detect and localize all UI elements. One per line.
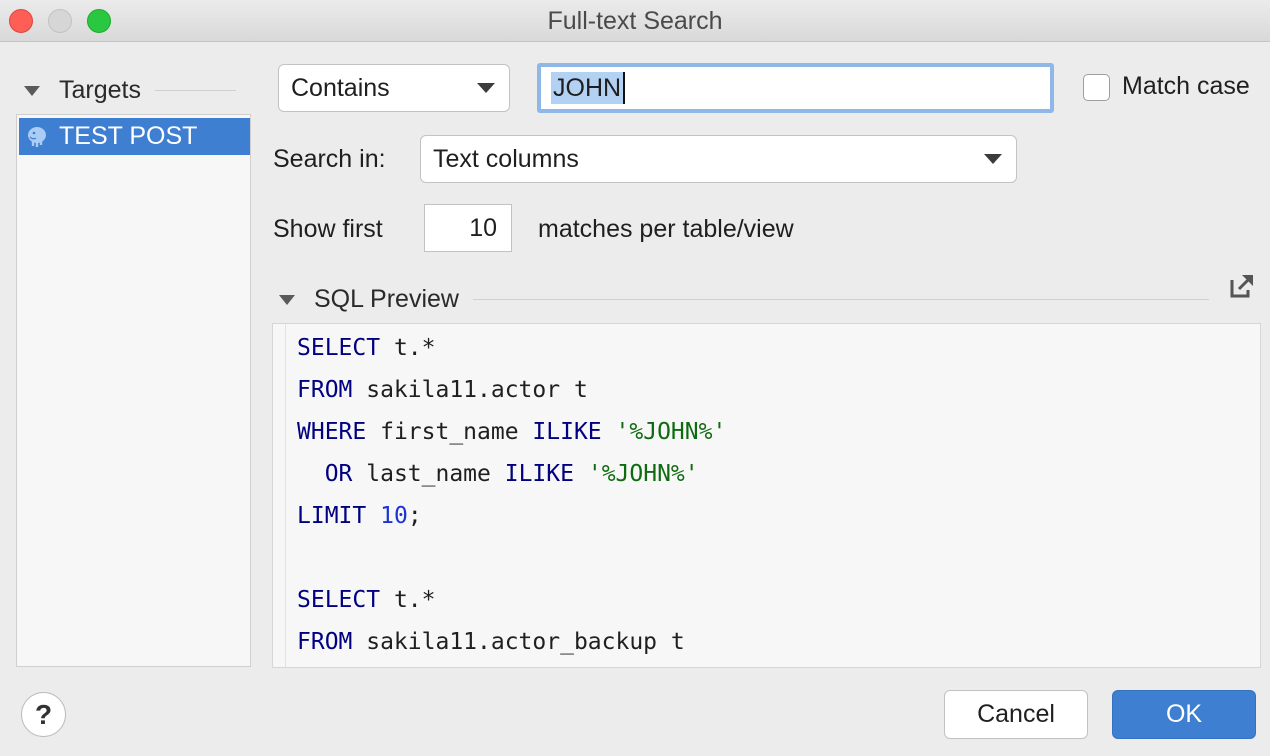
search-in-select[interactable]: Text columns — [420, 135, 1017, 183]
sql-token: t.* — [380, 335, 436, 361]
sql-token: 10 — [380, 503, 408, 529]
collapse-targets-icon[interactable] — [24, 85, 40, 96]
collapse-sql-preview-icon[interactable] — [279, 294, 295, 305]
ok-button[interactable]: OK — [1112, 690, 1256, 739]
sql-line: OR last_name ILIKE '%JOHN%' — [297, 456, 699, 492]
sql-preview-header[interactable]: SQL Preview — [279, 285, 1209, 314]
text-caret — [623, 72, 626, 104]
match-mode-value: Contains — [291, 73, 390, 102]
sql-token: SELECT — [297, 335, 381, 361]
window-title: Full-text Search — [547, 7, 723, 35]
sql-token: ; — [407, 503, 422, 529]
chevron-down-icon — [477, 83, 495, 93]
targets-header[interactable]: Targets — [24, 76, 236, 105]
open-in-editor-icon[interactable] — [1228, 272, 1256, 300]
sql-token: OR — [324, 461, 353, 487]
show-first-suffix: matches per table/view — [538, 215, 794, 243]
chevron-down-icon — [984, 154, 1002, 164]
target-item-label: TEST POST — [59, 122, 198, 150]
postgresql-elephant-icon — [28, 126, 46, 147]
sql-preview-editor[interactable]: SELECT t.* FROM sakila11.actor t WHERE fir… — [272, 323, 1261, 668]
match-mode-select[interactable]: Contains — [278, 64, 510, 112]
show-first-input[interactable]: 10 — [424, 204, 512, 252]
sql-token: ILIKE — [504, 461, 574, 487]
targets-label: Targets — [59, 76, 141, 104]
match-case-label[interactable]: Match case — [1122, 72, 1250, 101]
targets-list[interactable]: TEST POST — [16, 114, 251, 667]
sql-preview-divider — [472, 299, 1209, 300]
sql-token: t.* — [380, 587, 436, 613]
help-button[interactable]: ? — [21, 692, 66, 737]
match-case-checkbox[interactable] — [1083, 74, 1110, 101]
sql-token: SELECT — [297, 587, 381, 613]
sql-token: '%JOHN%' — [587, 461, 699, 487]
sql-token: ILIKE — [532, 419, 602, 445]
targets-divider — [154, 90, 236, 91]
sql-token: LIMIT — [297, 503, 367, 529]
cancel-button[interactable]: Cancel — [944, 690, 1088, 739]
sql-line: SELECT t.* — [297, 330, 435, 366]
sql-token: sakila11.actor t — [352, 377, 588, 403]
sql-token: FROM — [297, 629, 353, 655]
sql-token: '%JOHN%' — [615, 419, 727, 445]
target-item-test-post[interactable]: TEST POST — [19, 118, 250, 155]
sql-token: sakila11.actor_backup t — [352, 629, 685, 655]
sql-token: last_name — [352, 461, 505, 487]
sql-line: LIMIT 10; — [297, 498, 422, 534]
title-bar: Full-text Search — [0, 0, 1270, 42]
sql-line: FROM sakila11.actor_backup t — [297, 624, 685, 660]
sql-line: WHERE first_name ILIKE '%JOHN%' — [297, 414, 726, 450]
sql-preview-label: SQL Preview — [314, 285, 459, 313]
sql-line: FROM sakila11.actor t — [297, 372, 588, 408]
sql-line: SELECT t.* — [297, 582, 435, 618]
sql-token: WHERE — [297, 419, 367, 445]
search-input-text: JOHN — [551, 72, 624, 104]
show-first-label: Show first — [273, 215, 383, 243]
search-input[interactable]: JOHN — [537, 63, 1054, 113]
search-in-value: Text columns — [433, 144, 579, 173]
search-in-label: Search in: — [273, 145, 386, 173]
sql-token: first_name — [366, 419, 533, 445]
sql-gutter — [285, 324, 286, 667]
sql-token: FROM — [297, 377, 353, 403]
